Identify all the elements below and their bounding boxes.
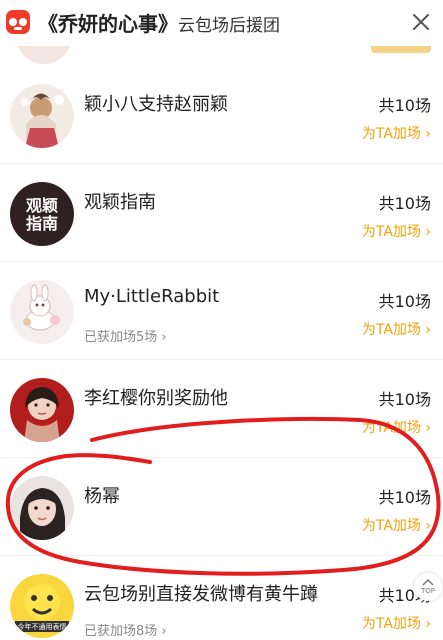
avatar-caption: 今年不通用表情 [18,622,67,631]
boost-label: 为TA加场 [361,224,421,240]
partial-boost-fragment [371,46,431,53]
app-logo-icon [6,10,30,34]
boost-button[interactable]: 为TA加场 › [362,319,431,339]
top-bar: 《乔妍的心事》 云包场后援团 [0,0,443,46]
boost-label: 为TA加场 [361,616,421,632]
chevron-right-icon: › [161,330,167,345]
avatar: 观颖 指南 [10,182,74,246]
list-item[interactable]: 观颖 指南 观颖指南 共10场 为TA加场 › [0,164,443,262]
chevron-right-icon: › [425,224,431,240]
avatar: 今年不通用表情 [10,574,74,638]
item-name: 云包场别直接发微博有黄牛蹲 [84,584,318,605]
chevron-right-icon: › [425,518,431,534]
page-subtitle: 云包场后援团 [178,16,280,36]
item-name: 杨幂 [84,486,120,507]
earned-boosts[interactable]: 已获加场5场 › [84,326,167,345]
chevron-right-icon: › [425,616,431,632]
item-name: 颖小八支持赵丽颖 [84,94,228,115]
avatar [10,378,74,442]
avatar-text-2: 指南 [26,214,58,233]
item-count: 共10场 [378,96,431,115]
earned-boosts[interactable]: 已获加场8场 › [84,620,167,639]
boost-button[interactable]: 为TA加场 › [362,417,431,437]
earned-boosts-label: 已获加场8场 [84,624,158,639]
chevron-up-icon [422,578,434,586]
supporter-list: 颖小八支持赵丽颖 共10场 为TA加场 › 观颖 指南 观颖指南 共10场 为T… [0,66,443,640]
boost-label: 为TA加场 [361,420,421,436]
logo-mouth [14,27,22,30]
back-to-top-button[interactable]: TOP [414,573,442,601]
partial-avatar [16,46,72,64]
item-name: 观颖指南 [84,192,156,213]
item-count: 共10场 [378,292,431,311]
boost-button[interactable]: 为TA加场 › [362,221,431,241]
boost-button[interactable]: 为TA加场 › [362,515,431,535]
avatar-text-1: 观颖 [26,196,58,215]
boost-label: 为TA加场 [361,322,421,338]
close-icon[interactable] [409,10,433,34]
item-name: 李红樱你别奖励他 [84,388,228,409]
boost-label: 为TA加场 [361,518,421,534]
item-count: 共10场 [378,488,431,507]
app-screen: 《乔妍的心事》 云包场后援团 颖小八支持赵丽颖 共10场 为TA加场 › 观颖 … [0,0,443,640]
page-title: 《乔妍的心事》 [38,12,178,36]
list-item[interactable]: 李红樱你别奖励他 共10场 为TA加场 › [0,360,443,458]
avatar [10,280,74,344]
list-item[interactable]: 今年不通用表情 云包场别直接发微博有黄牛蹲 已获加场8场 › 共10场 为TA加… [0,556,443,640]
item-count: 共10场 [378,194,431,213]
boost-button[interactable]: 为TA加场 › [362,613,431,633]
chevron-right-icon: › [425,126,431,142]
chevron-right-icon: › [425,420,431,436]
list-item[interactable]: My·LittleRabbit 已获加场5场 › 共10场 为TA加场 › [0,262,443,360]
chevron-right-icon: › [425,322,431,338]
list-item[interactable]: 杨幂 共10场 为TA加场 › [0,458,443,556]
boost-label: 为TA加场 [361,126,421,142]
chevron-right-icon: › [161,624,167,639]
item-name: My·LittleRabbit [84,286,220,307]
list-item[interactable]: 颖小八支持赵丽颖 共10场 为TA加场 › [0,66,443,164]
back-to-top-label: TOP [420,587,435,595]
earned-boosts-label: 已获加场5场 [84,330,158,345]
avatar [10,476,74,540]
boost-button[interactable]: 为TA加场 › [362,123,431,143]
partial-list-item [0,46,443,66]
item-count: 共10场 [378,390,431,409]
avatar [10,84,74,148]
